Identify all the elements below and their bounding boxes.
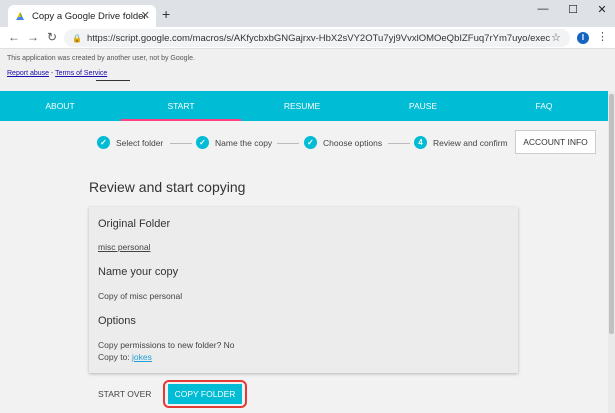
terms-of-service-link[interactable]: Terms of Service [55, 70, 107, 77]
progress-stepper: ✓ Select folder ✓ Name the copy ✓ Choose… [0, 121, 615, 165]
banner-notice: This application was created by another … [7, 55, 195, 62]
browser-toolbar: ← → ↻ 🔒 https://script.google.com/macros… [0, 27, 615, 49]
nav-about[interactable]: ABOUT [0, 91, 120, 121]
minimize-icon[interactable]: — [533, 3, 553, 15]
name-copy-heading: Name your copy [98, 266, 179, 278]
app-navbar: ABOUT START RESUME PAUSE FAQ [0, 91, 615, 121]
hidden-header-fragment [96, 80, 130, 81]
window-close-icon[interactable]: ✕ [592, 3, 612, 16]
apps-script-icon [16, 12, 24, 20]
profile-avatar[interactable]: I [577, 32, 589, 44]
new-tab-icon[interactable]: + [162, 6, 170, 22]
lock-icon: 🔒 [72, 33, 82, 43]
page-title: Review and start copying [89, 179, 246, 195]
nav-pause[interactable]: PAUSE [363, 91, 483, 121]
start-over-button[interactable]: START OVER [98, 389, 151, 399]
review-card: Original Folder misc personal Name your … [89, 207, 518, 373]
step-number: 4 [414, 136, 427, 149]
maximize-icon[interactable]: ☐ [563, 3, 583, 16]
tab-title: Copy a Google Drive folder [32, 10, 147, 22]
report-abuse-link[interactable]: Report abuse [7, 70, 49, 77]
copy-folder-button[interactable]: COPY FOLDER [168, 384, 242, 404]
step-label: Choose options [323, 137, 383, 148]
account-info-button[interactable]: ACCOUNT INFO [515, 130, 596, 154]
copy-to-label: Copy to: [98, 352, 133, 362]
bookmark-star-icon[interactable]: ☆ [551, 31, 561, 44]
copy-permissions-text: Copy permissions to new folder? No [98, 340, 235, 350]
apps-script-warning-banner: This application was created by another … [0, 49, 615, 91]
destination-folder-link[interactable]: jokes [132, 352, 152, 362]
step-select-folder: ✓ Select folder [97, 136, 163, 149]
step-review-confirm: 4 Review and confirm [414, 136, 508, 149]
original-folder-heading: Original Folder [98, 218, 171, 230]
copy-name-value: Copy of misc personal [98, 291, 183, 301]
browser-tab[interactable]: Copy a Google Drive folder ✕ [8, 5, 156, 27]
step-connector [277, 143, 299, 144]
step-name-copy: ✓ Name the copy [196, 136, 272, 149]
step-label: Review and confirm [433, 137, 508, 148]
address-bar[interactable]: 🔒 https://script.google.com/macros/s/AKf… [64, 29, 570, 47]
nav-faq[interactable]: FAQ [484, 91, 604, 121]
url-text[interactable]: https://script.google.com/macros/s/AKfyc… [87, 33, 550, 44]
original-folder-link[interactable]: misc personal [98, 242, 150, 252]
step-choose-options: ✓ Choose options [304, 136, 382, 149]
step-label: Name the copy [215, 137, 273, 148]
check-icon: ✓ [196, 136, 209, 149]
nav-start[interactable]: START [121, 91, 241, 121]
nav-resume[interactable]: RESUME [242, 91, 362, 121]
step-connector [388, 143, 410, 144]
step-connector [170, 143, 192, 144]
copy-to-line: Copy to: jokes [98, 352, 152, 362]
forward-icon[interactable]: → [25, 30, 41, 44]
reload-icon[interactable]: ↻ [44, 30, 60, 44]
check-icon: ✓ [97, 136, 110, 149]
back-icon[interactable]: ← [6, 30, 22, 44]
step-label: Select folder [116, 137, 164, 148]
options-heading: Options [98, 315, 136, 327]
browser-tabstrip: Copy a Google Drive folder ✕ + — ☐ ✕ [0, 0, 615, 27]
tab-close-icon[interactable]: ✕ [141, 9, 150, 22]
browser-menu-icon[interactable]: ⋮ [597, 30, 608, 43]
check-icon: ✓ [304, 136, 317, 149]
